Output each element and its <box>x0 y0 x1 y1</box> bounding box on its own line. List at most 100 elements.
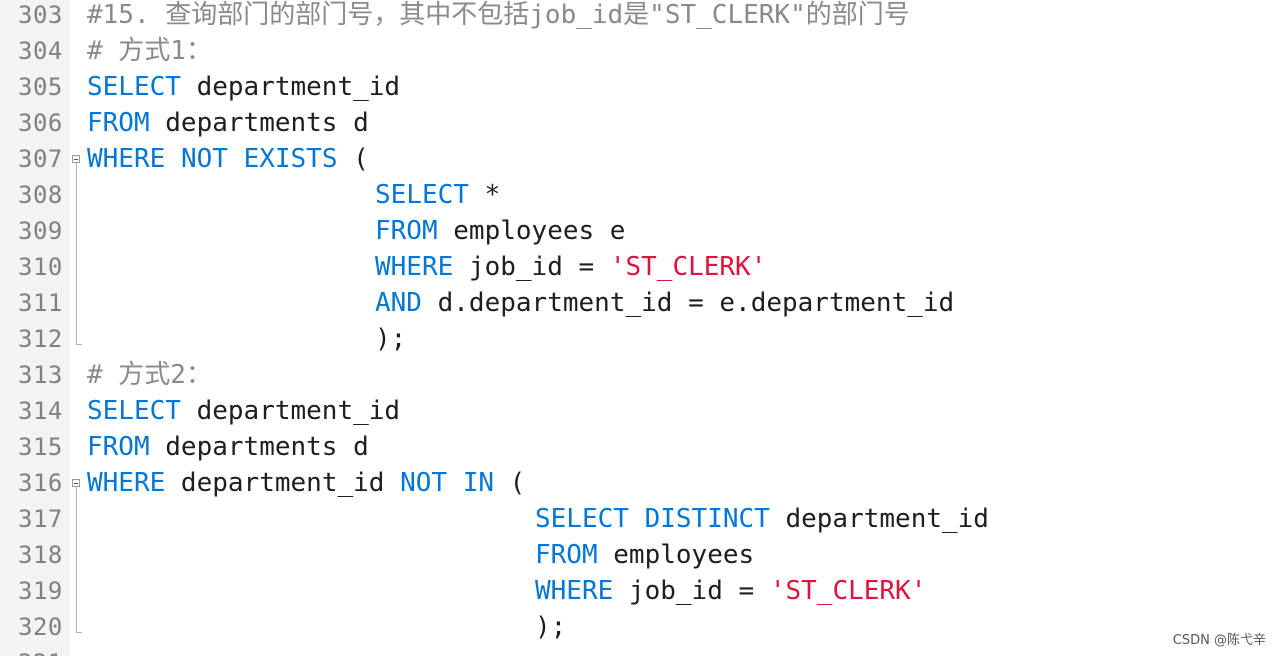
sql-keyword: SELECT <box>87 72 181 102</box>
comment-text: # 方式2： <box>87 360 212 390</box>
sql-keyword: FROM <box>87 108 150 138</box>
line-number: 313 <box>18 361 63 389</box>
code-token: ( <box>494 468 526 498</box>
code-line[interactable]: 313 # 方式2： <box>0 357 1282 393</box>
sql-keyword: SELECT <box>87 396 181 426</box>
watermark: CSDN @陈弋辛 <box>1172 633 1266 648</box>
code-line[interactable]: 316 WHERE department_id NOT IN ( <box>0 465 1282 501</box>
line-code: WHERE job_id = 'ST_CLERK' <box>375 249 766 285</box>
code-token: ( <box>337 144 369 174</box>
sql-keyword: SELECT <box>535 504 629 534</box>
sql-keyword: FROM <box>87 432 150 462</box>
code-token: employees <box>597 540 755 570</box>
line-code: FROM employees <box>535 537 754 573</box>
code-line[interactable]: 310 WHERE job_id = 'ST_CLERK' <box>0 249 1282 285</box>
line-number: 321 <box>18 645 63 656</box>
sql-keyword: IN <box>462 468 495 498</box>
code-token: job_id = <box>613 576 770 606</box>
line-code: FROM departments d <box>87 105 369 141</box>
code-line[interactable]: 309 FROM employees e <box>0 213 1282 249</box>
code-token: d.department_id = e.department_id <box>421 288 955 318</box>
code-line[interactable]: 317 SELECT DISTINCT department_id <box>0 501 1282 537</box>
code-line[interactable]: 315 FROM departments d <box>0 429 1282 465</box>
fold-range-line <box>76 487 77 632</box>
line-number: 316 <box>18 469 63 497</box>
sql-keyword: SELECT <box>375 180 469 210</box>
sql-keyword: WHERE <box>87 144 166 174</box>
code-line[interactable]: 308 SELECT * <box>0 177 1282 213</box>
line-code: FROM departments d <box>87 429 369 465</box>
code-token: departments d <box>149 432 369 462</box>
code-token: job_id = <box>453 252 610 282</box>
comment-text: #15. 查询部门的部门号，其中不包括job_id是"ST_CLERK"的部门号 <box>87 0 910 30</box>
code-token: department_id <box>180 72 401 102</box>
line-code: SELECT department_id <box>87 69 400 105</box>
code-token: employees e <box>437 216 626 246</box>
code-line[interactable]: 312); <box>0 321 1282 357</box>
line-number: 318 <box>18 541 63 569</box>
line-code: WHERE job_id = 'ST_CLERK' <box>535 573 926 609</box>
line-code: # 方式1： <box>87 33 212 69</box>
code-editor[interactable]: 303 #15. 查询部门的部门号，其中不包括job_id是"ST_CLERK"的… <box>0 0 1282 656</box>
code-token: department_id <box>769 504 989 534</box>
line-code: SELECT * <box>375 177 500 213</box>
line-number: 307 <box>18 145 63 173</box>
fold-end-marker <box>76 632 82 633</box>
code-token: department_id <box>165 468 401 498</box>
line-number: 315 <box>18 433 63 461</box>
code-line[interactable]: 321 <box>0 645 1282 656</box>
code-line[interactable]: 314 SELECT department_id <box>0 393 1282 429</box>
code-line[interactable]: 307 WHERE NOT EXISTS ( <box>0 141 1282 177</box>
code-line[interactable]: 304 # 方式1： <box>0 33 1282 69</box>
line-number: 310 <box>18 253 63 281</box>
code-line[interactable]: 320); <box>0 609 1282 645</box>
fold-toggle-icon[interactable] <box>72 479 80 487</box>
line-number: 308 <box>18 181 63 209</box>
code-line[interactable]: 319 WHERE job_id = 'ST_CLERK' <box>0 573 1282 609</box>
comment-text: # 方式1： <box>87 36 212 66</box>
line-number: 306 <box>18 109 63 137</box>
line-number: 320 <box>18 613 63 641</box>
sql-keyword: AND <box>375 288 422 318</box>
sql-keyword: DISTINCT <box>644 504 770 534</box>
code-line[interactable]: 311 AND d.department_id = e.department_id <box>0 285 1282 321</box>
line-code: SELECT DISTINCT department_id <box>535 501 989 537</box>
string-literal: 'ST_CLERK' <box>769 576 927 606</box>
code-token: ); <box>375 324 407 354</box>
sql-keyword: NOT <box>400 468 448 498</box>
line-number: 303 <box>18 1 63 29</box>
line-code: FROM employees e <box>375 213 625 249</box>
code-token: departments d <box>149 108 369 138</box>
line-code: WHERE department_id NOT IN ( <box>87 465 525 501</box>
line-number: 312 <box>18 325 63 353</box>
line-number: 311 <box>18 289 63 317</box>
code-token: department_id <box>180 396 401 426</box>
sql-keyword: FROM <box>375 216 438 246</box>
code-token: * <box>468 180 501 210</box>
code-line[interactable]: 318 FROM employees <box>0 537 1282 573</box>
sql-keyword: WHERE <box>87 468 166 498</box>
line-code: SELECT department_id <box>87 393 400 429</box>
code-line[interactable]: 305 SELECT department_id <box>0 69 1282 105</box>
fold-range-line <box>76 163 77 344</box>
line-number: 314 <box>18 397 63 425</box>
code-line[interactable]: 306 FROM departments d <box>0 105 1282 141</box>
line-number: 304 <box>18 37 63 65</box>
line-code: #15. 查询部门的部门号，其中不包括job_id是"ST_CLERK"的部门号 <box>87 0 910 33</box>
line-code: # 方式2： <box>87 357 212 393</box>
fold-toggle-icon[interactable] <box>72 155 80 163</box>
line-number: 309 <box>18 217 63 245</box>
line-number: 317 <box>18 505 63 533</box>
line-code: AND d.department_id = e.department_id <box>375 285 954 321</box>
sql-keyword: EXISTS <box>243 144 338 174</box>
fold-end-marker <box>76 344 82 345</box>
sql-keyword: WHERE <box>375 252 454 282</box>
sql-keyword: WHERE <box>535 576 614 606</box>
code-line[interactable]: 303 #15. 查询部门的部门号，其中不包括job_id是"ST_CLERK"的… <box>0 0 1282 33</box>
sql-keyword: NOT <box>180 144 228 174</box>
line-code: ); <box>375 321 406 357</box>
